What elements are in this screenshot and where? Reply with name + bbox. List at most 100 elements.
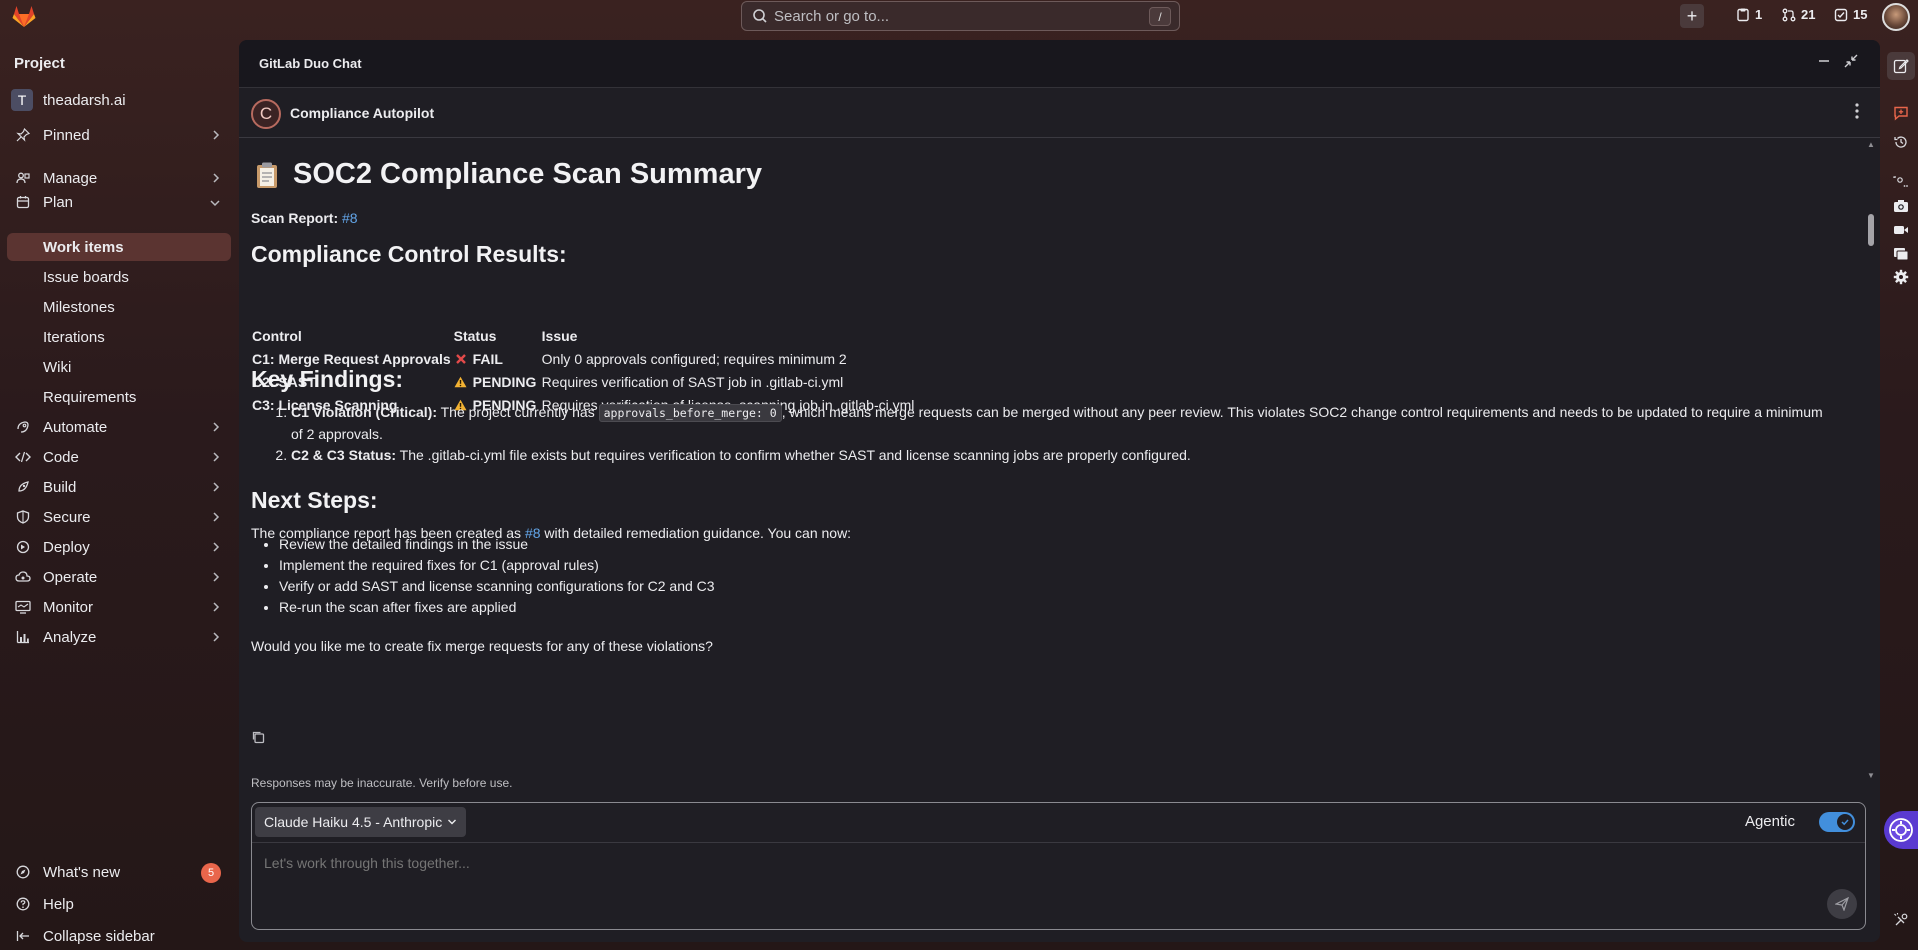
chat-scrollbar[interactable]: ▲ ▼ (1866, 140, 1876, 780)
agent-name: Compliance Autopilot (290, 105, 435, 121)
warning-icon (454, 376, 468, 388)
composer-toolbar: Claude Haiku 4.5 - Anthropic Agentic (252, 803, 1865, 843)
left-sidebar: Project T theadarsh.ai Pinned Manage Pla… (0, 40, 238, 950)
list-item: C1 Violation (Critical): The project cur… (291, 402, 1831, 445)
chevron-down-icon (209, 195, 221, 212)
sidebar-item-operate[interactable]: Operate (7, 563, 231, 591)
search-bar[interactable]: Search or go to... / (741, 1, 1180, 31)
edit-note-icon[interactable] (1891, 56, 1911, 76)
sidebar-item-secure[interactable]: Secure (7, 503, 231, 531)
duo-chat-icon[interactable] (1891, 103, 1911, 123)
agent-avatar: C (251, 99, 281, 129)
help-icon (15, 896, 31, 912)
sidebar-item-pinned[interactable]: Pinned (7, 121, 231, 149)
todos-count: 15 (1853, 7, 1868, 22)
clipboard-icon (255, 161, 279, 189)
sidebar-item-code[interactable]: Code (7, 443, 231, 471)
model-selector-dropdown[interactable]: Claude Haiku 4.5 - Anthropic (255, 807, 467, 837)
collapse-sidebar-button[interactable]: Collapse sidebar (7, 922, 231, 950)
deployments-icon (15, 539, 31, 555)
sidebar-item-label: Help (43, 895, 74, 913)
windows-icon[interactable] (1891, 244, 1911, 264)
finding-title: C1 Violation (Critical): (291, 404, 437, 420)
sidebar-item-label: Analyze (43, 628, 97, 646)
list-item: Re-run the scan after fixes are applied (279, 597, 715, 618)
sidebar-item-deploy[interactable]: Deploy (7, 533, 231, 561)
chat-input[interactable] (264, 855, 1664, 871)
sidebar-item-label: Secure (43, 508, 91, 526)
column-header: Issue (541, 328, 578, 344)
duo-agent-icon[interactable] (1891, 910, 1911, 930)
sidebar-item-plan[interactable]: Plan (7, 188, 231, 216)
chevron-right-icon (211, 510, 221, 527)
todos-counter[interactable]: 15 (1834, 7, 1867, 22)
sidebar-subitem-work-items[interactable]: Work items (7, 233, 231, 261)
sidebar-item-whats-new[interactable]: What's new 5 (7, 858, 231, 886)
chevron-right-icon (211, 450, 221, 467)
camera-icon[interactable] (1891, 196, 1911, 216)
scroll-up-icon[interactable]: ▲ (1867, 140, 1875, 149)
issues-counter[interactable]: 1 (1736, 7, 1762, 22)
chevron-right-icon (211, 128, 221, 145)
sidebar-subitem-wiki[interactable]: Wiki (7, 353, 231, 381)
merge-requests-counter[interactable]: 21 (1782, 7, 1815, 22)
duo-assistant-button[interactable] (1884, 811, 1918, 849)
user-avatar[interactable] (1882, 3, 1910, 31)
suggestions-icon[interactable] (1891, 172, 1911, 192)
sidebar-item-label: Deploy (43, 538, 90, 556)
more-options-icon[interactable] (1854, 102, 1860, 123)
sidebar-item-label: Manage (43, 169, 98, 187)
sidebar-section-title: Project (14, 55, 65, 72)
gitlab-logo-icon[interactable] (10, 2, 38, 30)
findings-heading: Key Findings: (251, 366, 404, 392)
merge-request-icon (1782, 8, 1796, 21)
issues-count: 1 (1755, 7, 1763, 22)
chat-message: SOC2 Compliance Scan Summary Scan Report… (251, 140, 1851, 780)
sidebar-item-label: Automate (43, 418, 108, 436)
message-heading: SOC2 Compliance Scan Summary (251, 158, 762, 191)
chevron-right-icon (211, 420, 221, 437)
sidebar-item-label: Build (43, 478, 77, 496)
sidebar-subitem-issue-boards[interactable]: Issue boards (7, 263, 231, 291)
sidebar-item-automate[interactable]: Automate (7, 413, 231, 441)
history-icon[interactable] (1891, 132, 1911, 152)
next-steps-heading: Next Steps: (251, 487, 378, 513)
settings-gear-icon[interactable] (1891, 267, 1911, 287)
sidebar-item-label: What's new (43, 863, 121, 881)
panel-header: GitLab Duo Chat (239, 40, 1880, 88)
inline-code: approvals_before_merge: 0 (598, 404, 782, 422)
scan-report-link[interactable]: #8 (342, 210, 358, 226)
sidebar-item-analyze[interactable]: Analyze (7, 623, 231, 651)
video-icon[interactable] (1891, 220, 1911, 240)
copy-message-icon[interactable] (251, 730, 265, 747)
sidebar-item-help[interactable]: Help (7, 890, 231, 918)
send-button[interactable] (1827, 889, 1857, 919)
sidebar-subitem-requirements[interactable]: Requirements (7, 383, 231, 411)
status-text: FAIL (472, 351, 503, 367)
top-bar: Search or go to... / + 1 21 15 (0, 0, 1918, 34)
scrollbar-thumb[interactable] (1868, 214, 1874, 246)
agentic-toggle[interactable] (1819, 812, 1855, 832)
code-icon (15, 449, 31, 465)
project-link[interactable]: T theadarsh.ai (7, 86, 231, 114)
minimize-icon[interactable] (1817, 54, 1831, 73)
sidebar-subitem-iterations[interactable]: Iterations (7, 323, 231, 351)
column-header: Control (252, 328, 302, 344)
project-name: theadarsh.ai (43, 91, 126, 109)
sidebar-subitem-milestones[interactable]: Milestones (7, 293, 231, 321)
sidebar-item-label: Operate (43, 568, 98, 586)
list-item: Verify or add SAST and license scanning … (279, 576, 715, 597)
users-icon (15, 170, 31, 186)
scroll-down-icon[interactable]: ▼ (1867, 771, 1875, 780)
next-steps-list: Review the detailed findings in the issu… (279, 534, 715, 618)
collapse-left-icon (15, 928, 31, 944)
collapse-panel-icon[interactable] (1844, 54, 1858, 73)
chevron-right-icon (211, 570, 221, 587)
chevron-right-icon (211, 600, 221, 617)
sidebar-item-build[interactable]: Build (7, 473, 231, 501)
shield-icon (15, 509, 31, 525)
create-new-button[interactable]: + (1680, 4, 1704, 28)
fail-x-icon (454, 353, 468, 365)
panel-title: GitLab Duo Chat (259, 56, 362, 71)
sidebar-item-monitor[interactable]: Monitor (7, 593, 231, 621)
